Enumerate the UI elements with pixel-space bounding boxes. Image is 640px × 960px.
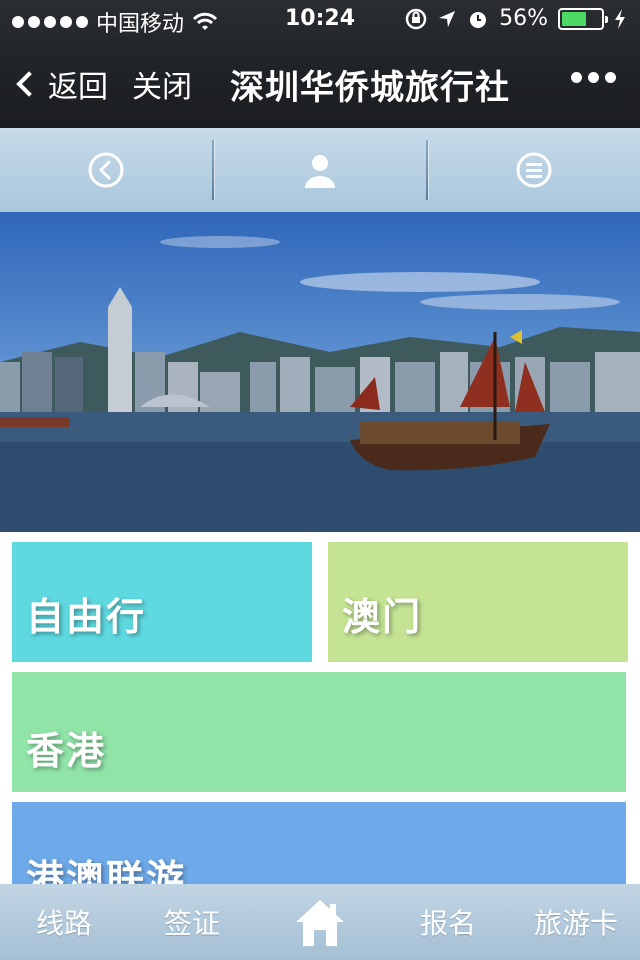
tab-visa[interactable]: 签证 xyxy=(128,902,256,942)
tile-label: 香港 xyxy=(26,729,107,773)
alarm-icon xyxy=(470,11,487,28)
user-icon xyxy=(305,155,335,188)
tab-home[interactable] xyxy=(256,896,384,948)
home-icon xyxy=(296,900,344,946)
toolbar-menu-button[interactable] xyxy=(428,128,640,212)
tab-routes[interactable]: 线路 xyxy=(0,902,128,942)
back-button[interactable]: 返回 xyxy=(16,62,108,106)
icon-toolbar xyxy=(0,128,640,212)
tab-signup[interactable]: 报名 xyxy=(384,902,512,942)
close-button[interactable]: 关闭 xyxy=(132,62,192,106)
location-arrow-icon xyxy=(439,10,456,27)
charging-icon xyxy=(615,8,625,29)
chevron-left-icon xyxy=(16,71,42,97)
rotation-lock-icon xyxy=(405,8,427,29)
back-label: 返回 xyxy=(48,70,108,105)
menu-circle-icon xyxy=(516,152,552,188)
top-bar: 中国移动 10:24 56% 返回 关闭 深圳华侨城旅行社 xyxy=(0,0,640,128)
tile-free-travel[interactable]: 自由行 xyxy=(12,542,312,662)
battery-percent: 56% xyxy=(499,6,548,31)
page-title: 深圳华侨城旅行社 xyxy=(230,68,510,108)
banner-image xyxy=(0,212,640,532)
tile-macau[interactable]: 澳门 xyxy=(328,542,628,662)
tile-label: 自由行 xyxy=(26,595,147,639)
nav-bar: 返回 关闭 深圳华侨城旅行社 xyxy=(0,40,640,128)
toolbar-user-button[interactable] xyxy=(214,128,426,212)
tile-hong-kong[interactable]: 香港 xyxy=(12,672,626,792)
back-circle-icon xyxy=(88,152,124,188)
battery-icon xyxy=(558,7,608,30)
more-icon[interactable] xyxy=(571,72,616,83)
tab-travel-card[interactable]: 旅游卡 xyxy=(512,902,640,942)
status-bar: 中国移动 10:24 56% xyxy=(0,0,640,40)
harbor-illustration xyxy=(0,236,640,532)
toolbar-back-button[interactable] xyxy=(0,128,212,212)
bottom-tab-bar: 线路 签证 报名 旅游卡 xyxy=(0,884,640,960)
tile-label: 澳门 xyxy=(342,595,423,639)
